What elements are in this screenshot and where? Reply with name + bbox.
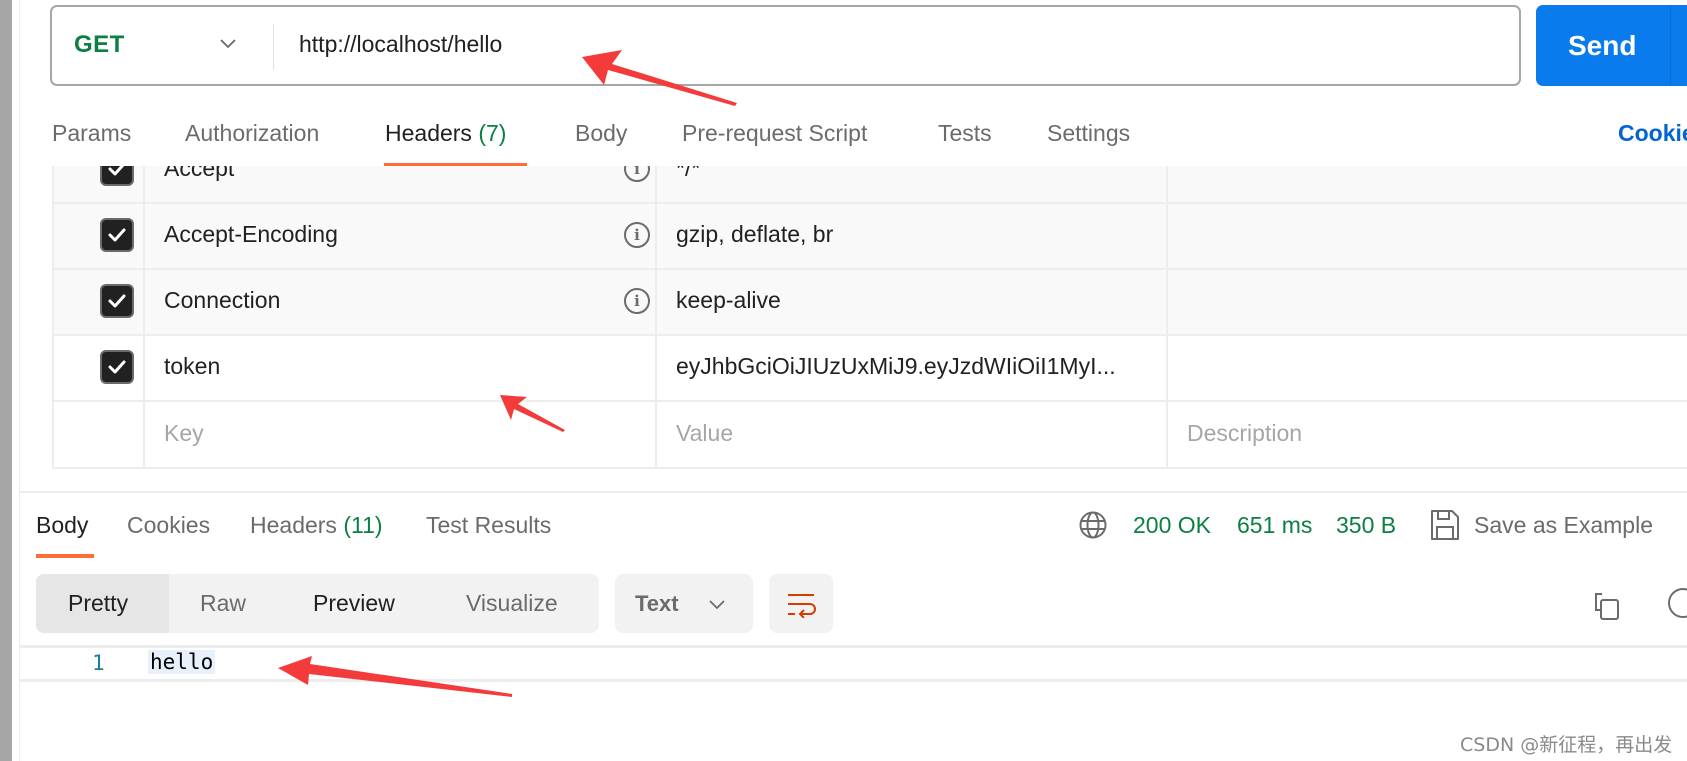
header-value[interactable]: */*: [676, 166, 700, 182]
info-icon[interactable]: i: [624, 288, 650, 314]
info-icon[interactable]: i: [624, 166, 650, 182]
response-tab-body[interactable]: Body: [36, 512, 88, 539]
key-input[interactable]: Key: [164, 420, 204, 447]
cookies-link[interactable]: Cookies: [1618, 120, 1687, 147]
column-divider: [1166, 166, 1168, 467]
tab-label: Headers: [250, 512, 337, 538]
response-body-text[interactable]: hello: [148, 650, 216, 674]
line-number: 1: [92, 651, 105, 675]
tab-params[interactable]: Params: [52, 120, 131, 147]
table-row: Connection i keep-alive: [54, 270, 1687, 336]
header-value[interactable]: eyJhbGciOiJIUzUxMiJ9.eyJzdWIiOiI1MyI...: [676, 353, 1116, 380]
header-key[interactable]: Accept: [164, 166, 234, 182]
code-line-highlight: [20, 645, 1687, 682]
header-key[interactable]: token: [164, 353, 220, 380]
response-time[interactable]: 651 ms: [1237, 512, 1312, 539]
view-mode-visualize[interactable]: Visualize: [466, 574, 558, 633]
view-mode-pretty[interactable]: Pretty: [36, 574, 169, 633]
url-divider: [273, 24, 274, 70]
tab-settings[interactable]: Settings: [1047, 120, 1130, 147]
table-row-new: Key Value Description: [54, 402, 1687, 467]
tab-label: Settings: [1047, 120, 1131, 146]
column-divider: [143, 166, 145, 467]
response-tab-test-results[interactable]: Test Results: [426, 512, 551, 539]
tab-count: (7): [478, 120, 507, 146]
checkbox-checked-icon[interactable]: [100, 350, 134, 384]
tab-body[interactable]: Body: [575, 120, 627, 147]
description-input[interactable]: Description: [1187, 420, 1302, 447]
tab-label: Headers: [385, 120, 472, 146]
table-row: Accept-Encoding i gzip, deflate, br: [54, 204, 1687, 270]
value-input[interactable]: Value: [676, 420, 733, 447]
checkbox-checked-icon[interactable]: [100, 166, 134, 186]
tab-count: (11): [343, 512, 383, 538]
view-mode-preview[interactable]: Preview: [313, 574, 395, 633]
wrap-lines-icon: [788, 593, 816, 618]
watermark: CSDN @新征程，再出发: [1460, 734, 1673, 756]
tab-label: Body: [36, 512, 89, 538]
tab-headers[interactable]: Headers (7): [385, 120, 506, 147]
status-code[interactable]: 200 OK: [1133, 512, 1211, 539]
send-dropdown-divider: [1670, 5, 1671, 86]
tab-label: Pre-request Script: [682, 120, 868, 146]
table-row: token eyJhbGciOiJIUzUxMiJ9.eyJzdWIiOiI1M…: [54, 336, 1687, 402]
globe-icon[interactable]: [1078, 510, 1108, 540]
chevron-down-icon: [709, 600, 725, 610]
tab-label: Authorization: [185, 120, 320, 146]
tab-label: Body: [575, 120, 628, 146]
response-tab-cookies[interactable]: Cookies: [127, 512, 210, 539]
info-icon[interactable]: i: [624, 222, 650, 248]
tab-label: Test Results: [426, 512, 552, 538]
view-mode-raw[interactable]: Raw: [200, 574, 246, 633]
copy-icon[interactable]: [1592, 590, 1622, 622]
view-mode-segmented-control: Pretty Raw Preview Visualize: [36, 574, 599, 633]
save-icon[interactable]: [1430, 509, 1460, 541]
window-edge: [0, 0, 12, 761]
wrap-lines-button[interactable]: [769, 574, 833, 633]
response-size[interactable]: 350 B: [1336, 512, 1396, 539]
tab-pre-request-script[interactable]: Pre-request Script: [682, 120, 867, 147]
url-input[interactable]: http://localhost/hello: [299, 31, 502, 58]
send-label: Send: [1568, 29, 1637, 61]
headers-table: Accept i */* Accept-Encoding i gzip, def…: [52, 166, 1687, 469]
checkbox-checked-icon[interactable]: [100, 218, 134, 252]
header-key[interactable]: Accept-Encoding: [164, 221, 338, 248]
table-row: Accept i */*: [54, 166, 1687, 204]
header-value[interactable]: gzip, deflate, br: [676, 221, 833, 248]
tab-tests[interactable]: Tests: [938, 120, 992, 147]
active-tab-indicator: [36, 554, 94, 558]
save-as-example-button[interactable]: Save as Example: [1474, 512, 1653, 539]
format-select[interactable]: Text: [615, 574, 753, 633]
tab-label: Cookies: [127, 512, 211, 538]
chevron-down-icon[interactable]: [218, 33, 238, 53]
request-url-bar: [50, 5, 1521, 86]
header-value[interactable]: keep-alive: [676, 287, 781, 314]
send-button[interactable]: Send: [1536, 5, 1687, 86]
search-icon[interactable]: [1668, 588, 1687, 618]
header-key[interactable]: Connection: [164, 287, 280, 314]
method-select[interactable]: GET: [74, 31, 125, 59]
response-divider: [20, 491, 1687, 493]
tab-authorization[interactable]: Authorization: [185, 120, 319, 147]
column-divider: [655, 166, 657, 467]
format-label: Text: [635, 590, 679, 616]
checkbox-checked-icon[interactable]: [100, 284, 134, 318]
tab-label: Params: [52, 120, 132, 146]
tab-label: Tests: [938, 120, 992, 146]
response-tab-headers[interactable]: Headers (11): [250, 512, 383, 539]
